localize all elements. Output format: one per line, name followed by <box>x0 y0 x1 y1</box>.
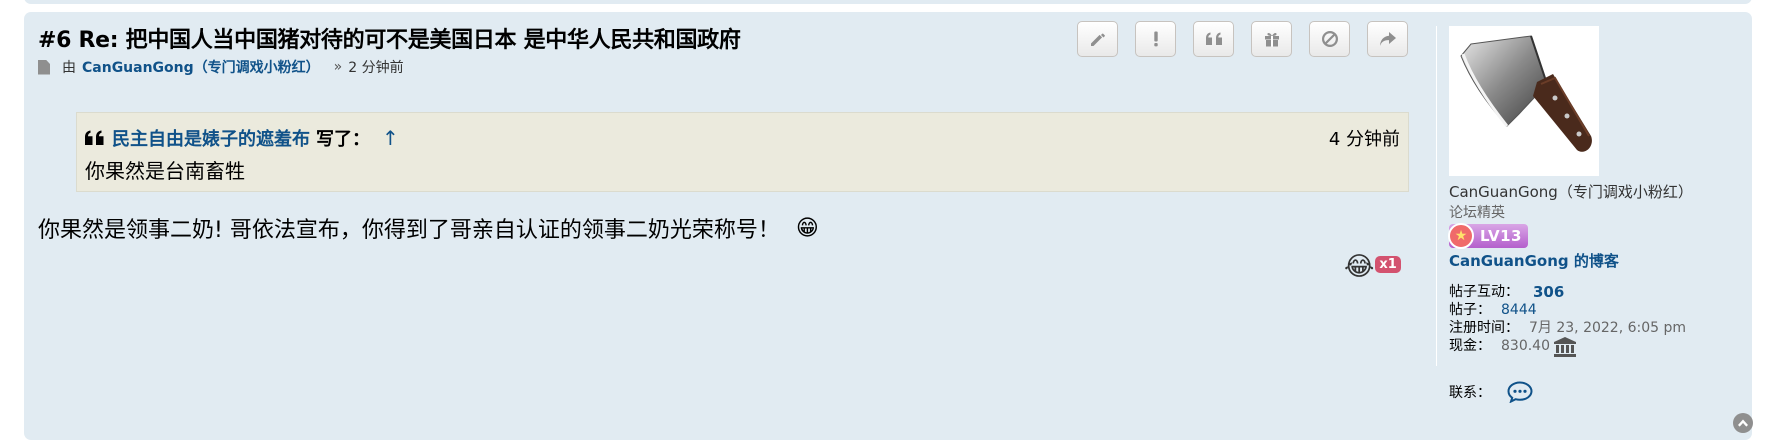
author-profile: CanGuanGong（专门调戏小粉红） 论坛精英 ★ LV13 CanGuan… <box>1448 26 1739 403</box>
edit-button[interactable] <box>1077 21 1118 57</box>
quote-button[interactable] <box>1193 21 1234 57</box>
quote-block: 民主自由是婊子的遮羞布 写了： ↑ 4 分钟前 你果然是台南畜牲 <box>76 112 1409 192</box>
reaction-badge[interactable]: 😂 x1 <box>1344 252 1401 282</box>
stat-cash: 现金： 830.40 <box>1449 337 1739 357</box>
quote-header: 民主自由是婊子的遮羞布 写了： ↑ <box>85 125 399 151</box>
stat-value: 830.40 <box>1501 338 1550 354</box>
stat-value[interactable]: 306 <box>1533 283 1564 301</box>
chevron-up-icon <box>1738 419 1748 427</box>
profile-divider <box>1436 26 1437 366</box>
post-content: 你果然是领事二奶! 哥依法宣布，你得到了哥亲自认证的领事二奶光荣称号！ 😁 <box>38 212 819 244</box>
post-content-text: 你果然是领事二奶! 哥依法宣布，你得到了哥亲自认证的领事二奶光荣称号！ <box>38 218 780 243</box>
stat-label: 注册时间： <box>1449 320 1519 336</box>
reaction-count: x1 <box>1375 255 1401 273</box>
post-file-icon[interactable] <box>38 59 50 75</box>
ban-icon <box>1321 31 1338 47</box>
grin-emoji-icon: 😁 <box>795 215 819 241</box>
chat-bubble-icon[interactable] <box>1507 381 1533 403</box>
share-button[interactable] <box>1367 21 1408 57</box>
quote-wrote-label: 写了： <box>316 129 370 150</box>
stat-interactions: 帖子互动： 306 <box>1449 283 1739 301</box>
profile-username[interactable]: CanGuanGong（专门调戏小粉红） <box>1449 181 1739 202</box>
stat-posts: 帖子： 8444 <box>1449 301 1739 319</box>
stat-label: 帖子互动： <box>1449 284 1519 300</box>
post-author-link[interactable]: CanGuanGong（专门调戏小粉红） <box>82 57 320 77</box>
blog-link[interactable]: CanGuanGong 的博客 <box>1449 250 1739 271</box>
previous-post-edge <box>24 0 1752 4</box>
post-action-buttons <box>1077 21 1408 57</box>
post-title[interactable]: #6 Re: 把中国人当中国猪对待的可不是美国日本 是中华人民共和国政府 <box>38 22 741 54</box>
by-label: 由 <box>62 60 76 76</box>
post-container: #6 Re: 把中国人当中国猪对待的可不是美国日本 是中华人民共和国政府 由 C… <box>24 12 1752 440</box>
time-separator: » <box>333 59 343 75</box>
contact-label: 联系： <box>1449 385 1491 401</box>
post-time: 2 分钟前 <box>348 60 404 76</box>
pencil-icon <box>1090 33 1105 46</box>
quote-time: 4 分钟前 <box>1328 129 1400 150</box>
back-to-top-button[interactable] <box>1733 413 1753 433</box>
profile-rank-title: 论坛精英 <box>1449 205 1505 221</box>
stat-label: 帖子： <box>1449 302 1491 318</box>
avatar[interactable] <box>1449 26 1599 176</box>
rank-badge: ★ LV13 <box>1448 223 1528 249</box>
bank-icon[interactable] <box>1554 337 1576 357</box>
share-icon <box>1379 32 1396 46</box>
quote-icon <box>1205 32 1222 45</box>
exclamation-icon <box>1153 31 1158 47</box>
star-icon: ★ <box>1448 223 1474 249</box>
gift-button[interactable] <box>1251 21 1292 57</box>
stat-value[interactable]: 8444 <box>1501 301 1537 319</box>
profile-stats: 帖子互动： 306 帖子： 8444 注册时间： 7月 23, 2022, 6:… <box>1449 283 1739 357</box>
gift-icon <box>1264 32 1279 47</box>
ignore-button[interactable] <box>1309 21 1350 57</box>
contact-row: 联系： <box>1449 381 1739 403</box>
quoted-author-link[interactable]: 民主自由是婊子的遮羞布 <box>112 125 310 151</box>
stat-label: 现金： <box>1449 338 1491 354</box>
stat-joined: 注册时间： 7月 23, 2022, 6:05 pm <box>1449 319 1739 337</box>
quote-text: 你果然是台南畜牲 <box>85 159 245 183</box>
stat-value: 7月 23, 2022, 6:05 pm <box>1529 320 1687 336</box>
post-author-line: 由 CanGuanGong（专门调戏小粉红） » 2 分钟前 <box>38 57 404 77</box>
quote-jump-arrow[interactable]: ↑ <box>382 126 399 150</box>
quote-mark-icon <box>85 130 104 145</box>
rank-level: LV13 <box>1480 227 1522 245</box>
report-button[interactable] <box>1135 21 1176 57</box>
tears-of-joy-emoji-icon[interactable]: 😂 <box>1344 252 1374 282</box>
cleaver-knife-avatar <box>1460 35 1592 152</box>
